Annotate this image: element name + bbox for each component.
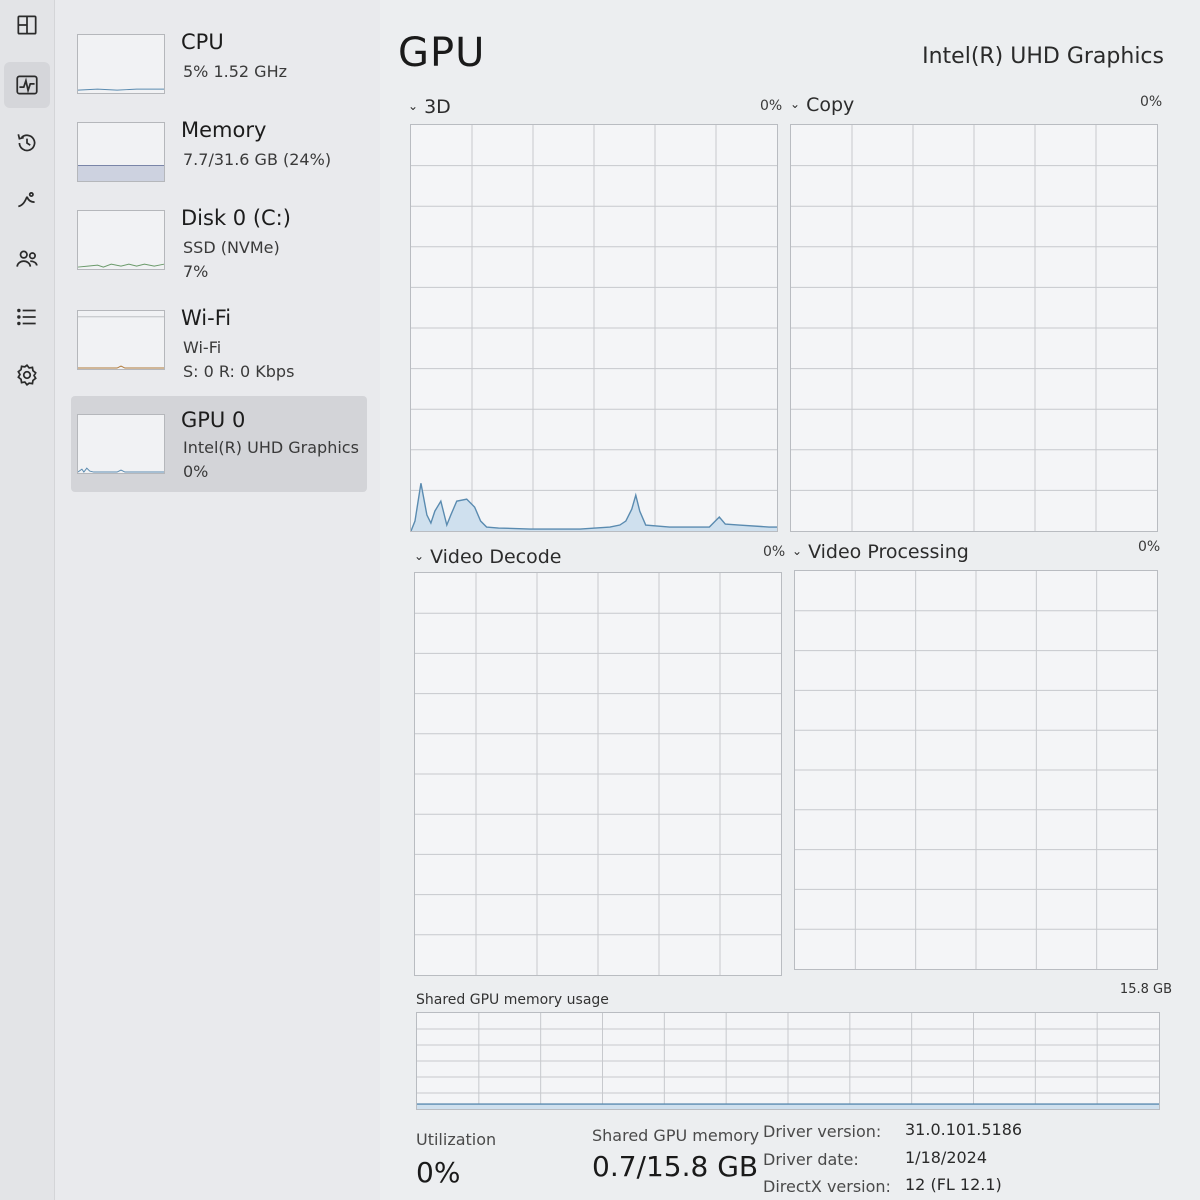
utilization-label: Utilization xyxy=(416,1130,497,1149)
engine-video-decode-graph xyxy=(414,572,782,976)
engine-3d-graph-svg xyxy=(411,125,777,531)
driver-date-label: Driver date: xyxy=(763,1150,859,1169)
wifi-thumbnail-graph xyxy=(77,310,165,370)
memory-thumbnail-graph xyxy=(77,122,165,182)
engine-video-decode-value: 0% xyxy=(763,544,786,560)
device-wifi-throughput: S: 0 R: 0 Kbps xyxy=(183,362,295,381)
shared-memory-title: Shared GPU memory usage xyxy=(416,992,609,1008)
device-wifi-adapter: Wi-Fi xyxy=(183,338,222,357)
engine-3d-graph xyxy=(410,124,778,532)
shared-memory-graph xyxy=(416,1012,1160,1110)
device-disk[interactable]: Disk 0 (C:) SSD (NVMe) 7% xyxy=(71,202,367,298)
device-wifi-title: Wi-Fi xyxy=(181,306,232,330)
graph-gridlines xyxy=(417,1013,1159,1109)
details-icon[interactable] xyxy=(4,294,50,340)
engine-video-decode-selector[interactable]: ⌄ Video Decode xyxy=(414,546,561,568)
engine-3d-selector[interactable]: ⌄ 3D xyxy=(408,96,451,118)
gpu-thumbnail-graph xyxy=(77,414,165,474)
device-gpu-adapter: Intel(R) UHD Graphics xyxy=(183,438,359,457)
device-disk-type: SSD (NVMe) xyxy=(183,238,280,257)
driver-date-value: 1/18/2024 xyxy=(905,1148,988,1167)
processes-icon[interactable] xyxy=(4,2,50,48)
device-list: CPU 5% 1.52 GHz Memory 7.7/31.6 GB (24%)… xyxy=(54,0,380,1200)
engine-video-processing-graph xyxy=(794,570,1158,970)
task-manager-window: CPU 5% 1.52 GHz Memory 7.7/31.6 GB (24%)… xyxy=(0,0,1200,1200)
graph-gridlines xyxy=(795,571,1157,969)
graph-gridlines xyxy=(411,125,777,531)
shared-memory-label: Shared GPU memory xyxy=(592,1126,760,1145)
chevron-down-icon: ⌄ xyxy=(414,549,425,563)
device-gpu-title: GPU 0 xyxy=(181,408,246,432)
adapter-name: Intel(R) UHD Graphics xyxy=(922,44,1164,69)
engine-copy-graph-svg xyxy=(791,125,1157,531)
device-cpu-title: CPU xyxy=(181,30,224,54)
device-disk-usage: 7% xyxy=(183,262,209,281)
engine-video-processing-label: Video Processing xyxy=(808,541,969,563)
gpu-details-panel: GPU Intel(R) UHD Graphics ⌄ 3D 0% ⌄ Copy 0… xyxy=(380,0,1200,1200)
device-cpu-usage: 5% 1.52 GHz xyxy=(183,62,288,81)
disk-thumbnail-graph xyxy=(77,210,165,270)
device-memory[interactable]: Memory 7.7/31.6 GB (24%) xyxy=(71,114,367,210)
startup-apps-icon[interactable] xyxy=(4,178,50,224)
driver-version-value: 31.0.101.5186 xyxy=(905,1120,1023,1139)
chevron-down-icon: ⌄ xyxy=(408,99,419,113)
utilization-value: 0% xyxy=(416,1156,461,1189)
directx-version-label: DirectX version: xyxy=(763,1177,891,1196)
cpu-thumbnail-graph xyxy=(77,34,165,94)
driver-version-label: Driver version: xyxy=(763,1122,882,1141)
device-disk-title: Disk 0 (C:) xyxy=(181,206,291,230)
device-memory-title: Memory xyxy=(181,118,267,142)
graph-gridlines xyxy=(415,573,781,975)
directx-version-value: 12 (FL 12.1) xyxy=(905,1175,1002,1194)
engine-3d-label: 3D xyxy=(424,96,451,118)
device-wifi[interactable]: Wi-Fi Wi-Fi S: 0 R: 0 Kbps xyxy=(71,302,367,398)
engine-copy-graph xyxy=(790,124,1158,532)
shared-memory-value: 0.7/15.8 GB xyxy=(592,1150,759,1183)
engine-video-decode-graph-svg xyxy=(415,573,781,975)
shared-memory-graph-svg xyxy=(417,1013,1159,1109)
device-cpu[interactable]: CPU 5% 1.52 GHz xyxy=(71,26,367,122)
page-title: GPU xyxy=(398,30,486,76)
engine-copy-selector[interactable]: ⌄ Copy xyxy=(790,94,854,116)
engine-video-processing-value: 0% xyxy=(1138,539,1161,555)
app-history-icon[interactable] xyxy=(4,120,50,166)
engine-3d-value: 0% xyxy=(760,98,783,114)
services-icon[interactable] xyxy=(4,352,50,398)
chevron-down-icon: ⌄ xyxy=(792,544,803,558)
device-gpu-usage: 0% xyxy=(183,462,209,481)
graph-gridlines xyxy=(791,125,1157,531)
shared-memory-max: 15.8 GB xyxy=(1119,982,1172,997)
engine-video-processing-graph-svg xyxy=(795,571,1157,969)
engine-video-decode-label: Video Decode xyxy=(430,546,562,568)
device-memory-usage: 7.7/31.6 GB (24%) xyxy=(183,150,332,169)
performance-icon[interactable] xyxy=(4,62,50,108)
nav-rail xyxy=(0,0,54,1200)
engine-copy-label: Copy xyxy=(806,94,855,116)
engine-copy-value: 0% xyxy=(1140,94,1163,110)
users-icon[interactable] xyxy=(4,236,50,282)
device-gpu[interactable]: GPU 0 Intel(R) UHD Graphics 0% xyxy=(71,396,367,492)
engine-video-processing-selector[interactable]: ⌄ Video Processing xyxy=(792,541,969,563)
chevron-down-icon: ⌄ xyxy=(790,97,801,111)
